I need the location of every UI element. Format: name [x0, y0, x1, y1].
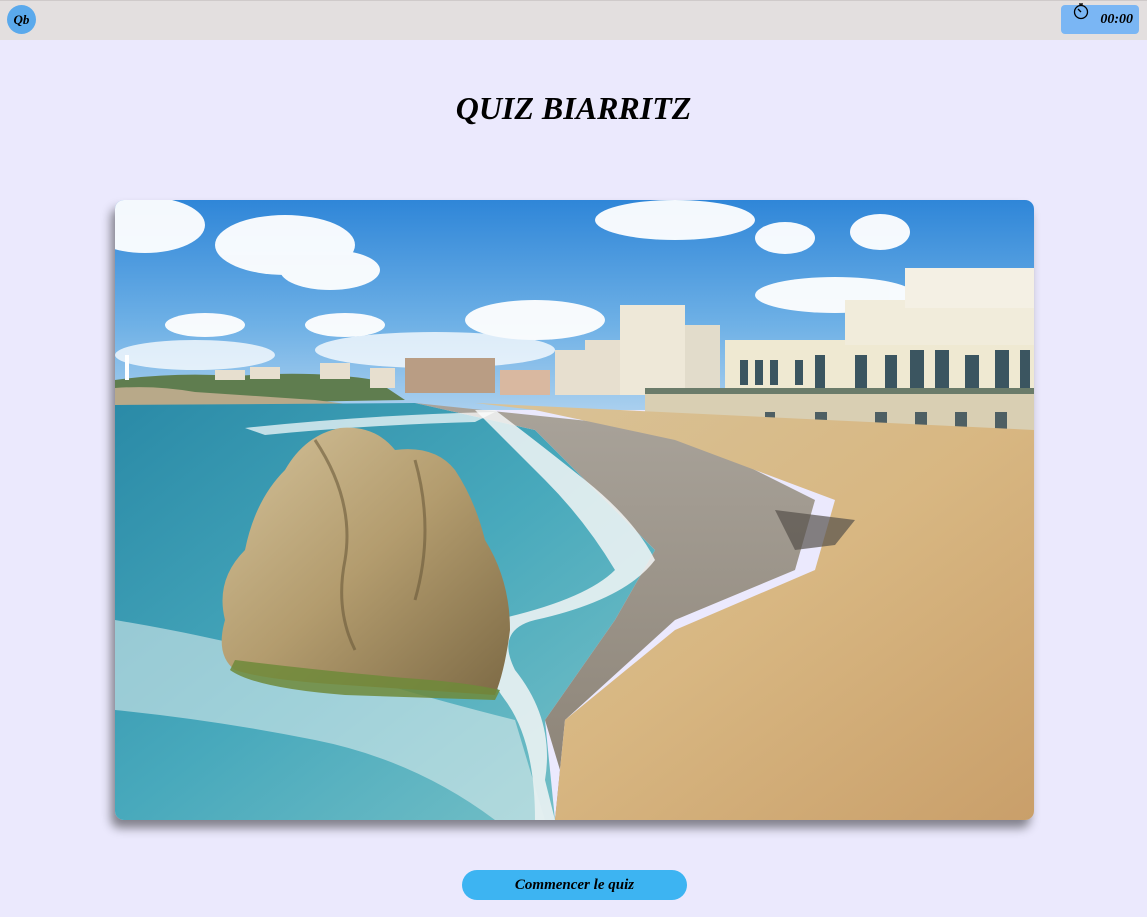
start-quiz-button[interactable]: Commencer le quiz — [462, 870, 687, 900]
timer-value: 00:00 — [1100, 12, 1133, 27]
top-bar: Qb 00:00 — [0, 0, 1147, 40]
quiz-timer: 00:00 — [1061, 3, 1139, 34]
hero-image — [115, 200, 1034, 820]
biarritz-beach-illustration — [115, 200, 1034, 820]
page-title: QUIZ BIARRITZ — [455, 90, 692, 126]
stopwatch-icon — [1073, 3, 1089, 20]
app-logo[interactable]: Qb — [7, 5, 36, 34]
